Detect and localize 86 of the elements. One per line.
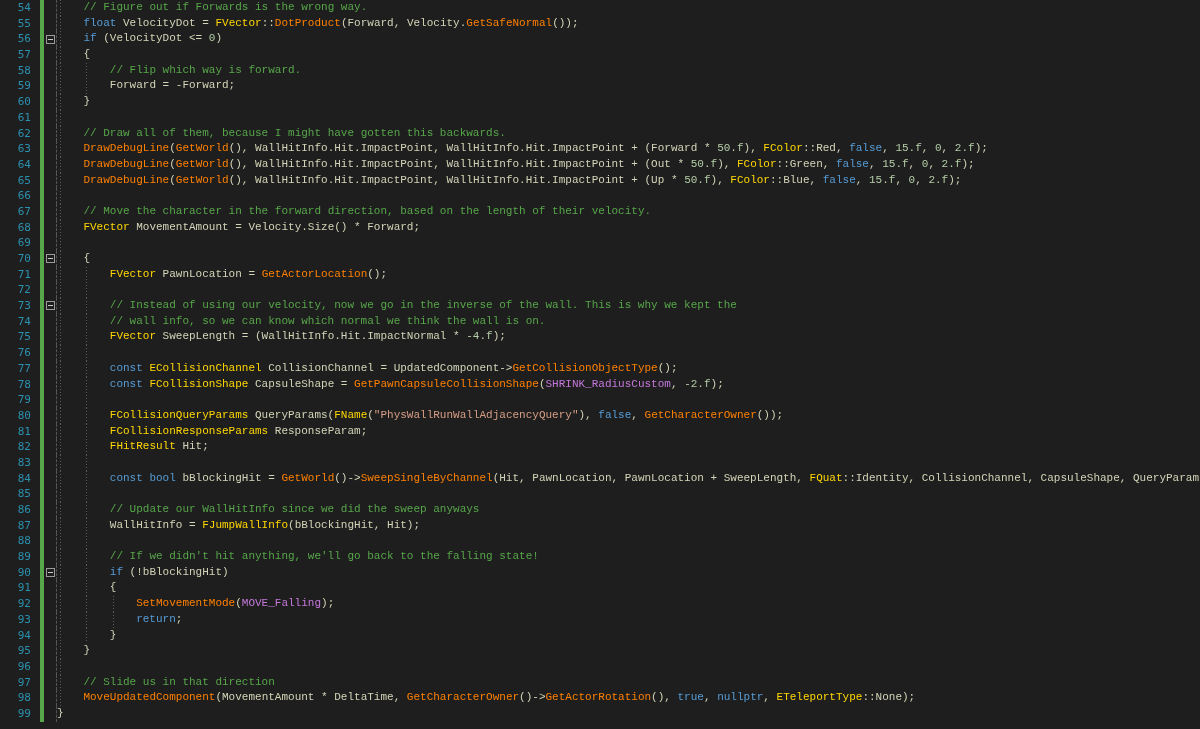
- code-comment: // Move the character in the forward direction, based on the length of their velocity.: [83, 204, 652, 217]
- line-number: 58: [16, 62, 31, 79]
- code-line: FVector PawnLocation = GetActorLocation();: [109, 267, 388, 280]
- code-comment: // Draw all of them, because I might have gotten this backwards.: [83, 126, 506, 139]
- line-number: 73: [16, 298, 31, 314]
- line-number: 77: [16, 360, 31, 377]
- code-comment: // Slide us in that direction: [83, 675, 275, 688]
- code-line: FCollisionResponseParams ResponseParam;: [109, 424, 368, 437]
- line-number: 70: [16, 251, 31, 267]
- code-line: }: [83, 95, 90, 108]
- line-number: 98: [16, 690, 31, 706]
- line-number: 90: [16, 564, 31, 581]
- code-line: DrawDebugLine(GetWorld(), WallHitInfo.Hit.ImpactPoint, WallHitInfo.Hit.ImpactPoint + (Forward * 50.f), FColor::Red, false, 15.f, 0, 2.f);: [83, 142, 988, 155]
- code-line: DrawDebugLine(GetWorld(), WallHitInfo.Hit.ImpactPoint, WallHitInfo.Hit.ImpactPoint + (Up * 50.f), FColor::Blue, false, 15.f, 0, 2.f);: [83, 173, 962, 186]
- line-number: 62: [16, 125, 31, 142]
- code-line: {: [109, 581, 117, 594]
- code-line: const FCollisionShape CapsuleShape = GetPawnCapsuleCollisionShape(SHRINK_RadiusCustom, -2.f);: [109, 377, 724, 390]
- line-number: 99: [16, 705, 31, 722]
- code-line: {: [83, 48, 90, 61]
- code-line: const bool bBlockingHit = GetWorld()->SweepSingleByChannel(Hit, PawnLocation, PawnLocation + SweepLength, FQuat::Identity, CollisionChannel, CapsuleShape, QueryParam: [109, 471, 1199, 484]
- code-line: Forward = -Forward;: [109, 79, 236, 92]
- code-line: FVector SweepLength = (WallHitInfo.Hit.ImpactNormal * -4.f);: [109, 330, 506, 343]
- line-number: 68: [16, 219, 31, 236]
- line-number: 71: [16, 266, 31, 283]
- code-line: }: [109, 628, 117, 641]
- code-line: MoveUpdatedComponent(MovementAmount * DeltaTime, GetCharacterOwner()->GetActorRotation(), true, nullptr, ETeleportType::None);: [83, 691, 916, 704]
- line-number: 63: [16, 141, 31, 157]
- code-line: }: [83, 644, 90, 657]
- line-number: 56: [16, 31, 31, 48]
- line-number: 64: [16, 156, 31, 173]
- line-number: 81: [16, 423, 31, 440]
- code-line: {: [83, 252, 90, 264]
- line-number: 78: [16, 376, 31, 393]
- code-line: FCollisionQueryParams QueryParams(FName("PhysWallRunWallAdjacencyQuery"), false, GetCharacterOwner());: [109, 408, 784, 421]
- line-number: 55: [16, 15, 31, 32]
- line-number: 66: [16, 188, 31, 204]
- line-number: 97: [16, 674, 31, 691]
- code-comment: // If we didn't hit anything, we'll go back to the falling state!: [109, 550, 539, 563]
- code-line: const ECollisionChannel CollisionChannel = UpdatedComponent->GetCollisionObjectType();: [109, 361, 678, 374]
- line-number: 96: [16, 658, 31, 675]
- line-number: 57: [16, 47, 31, 63]
- line-number: 65: [16, 172, 31, 189]
- line-number: 94: [16, 627, 31, 644]
- code-line: float VelocityDot = FVector::DotProduct(Forward, Velocity.GetSafeNormal());: [83, 16, 579, 29]
- line-number: 61: [16, 109, 31, 126]
- code-line: if (!bBlockingHit): [109, 565, 229, 578]
- code-line: FHitResult Hit;: [109, 440, 209, 453]
- line-number: 87: [16, 517, 31, 534]
- line-number: 95: [16, 643, 31, 659]
- line-number: 84: [16, 470, 31, 487]
- code-comment: // Figure out if Forwards is the wrong way.: [83, 1, 368, 13]
- line-number: 79: [16, 392, 31, 408]
- code-comment: // Update our WallHitInfo since we did the sweep anyways: [109, 503, 480, 515]
- code-line: if (VelocityDot <= 0): [83, 32, 223, 45]
- line-number: 59: [16, 78, 31, 95]
- code-line: FVector MovementAmount = Velocity.Size() * Forward;: [83, 220, 421, 233]
- code-line: }: [57, 706, 64, 719]
- line-number: 82: [16, 439, 31, 455]
- line-number: 60: [16, 94, 31, 110]
- line-number: 54: [16, 0, 31, 16]
- line-number: 93: [16, 611, 31, 628]
- line-number: 74: [16, 313, 31, 330]
- code-line: WallHitInfo = FJumpWallInfo(bBlockingHit, Hit);: [109, 518, 421, 531]
- line-number: 92: [16, 596, 31, 612]
- line-number: 69: [16, 235, 31, 251]
- line-number: 89: [16, 549, 31, 565]
- line-number: 72: [16, 282, 31, 299]
- code-line: SetMovementMode(MOVE_Falling);: [136, 597, 335, 610]
- code-comment: // Instead of using our velocity, now we go in the inverse of the wall. This is why we kept the: [109, 299, 737, 312]
- line-number: 88: [16, 533, 31, 550]
- line-number: 76: [16, 345, 31, 361]
- collapse-icon[interactable]: [45, 301, 55, 311]
- line-number: 83: [16, 454, 31, 471]
- code-comment: // Flip which way is forward.: [109, 63, 302, 76]
- code-line: DrawDebugLine(GetWorld(), WallHitInfo.Hit.ImpactPoint, WallHitInfo.Hit.ImpactPoint + (Out * 50.f), FColor::Green, false, 15.f, 0, 2.f);: [83, 157, 975, 170]
- collapse-icon[interactable]: [45, 254, 55, 264]
- line-number: 80: [16, 407, 31, 424]
- line-number: 85: [16, 486, 31, 502]
- collapse-icon[interactable]: [45, 34, 55, 44]
- line-number: 86: [16, 502, 31, 518]
- line-number: 67: [16, 203, 31, 220]
- line-number: 91: [16, 580, 31, 597]
- code-line: return;: [136, 612, 183, 625]
- code-comment: // wall info, so we can know which normal we think the wall is on.: [109, 314, 546, 327]
- line-number: 75: [16, 329, 31, 346]
- collapse-icon[interactable]: [45, 568, 55, 578]
